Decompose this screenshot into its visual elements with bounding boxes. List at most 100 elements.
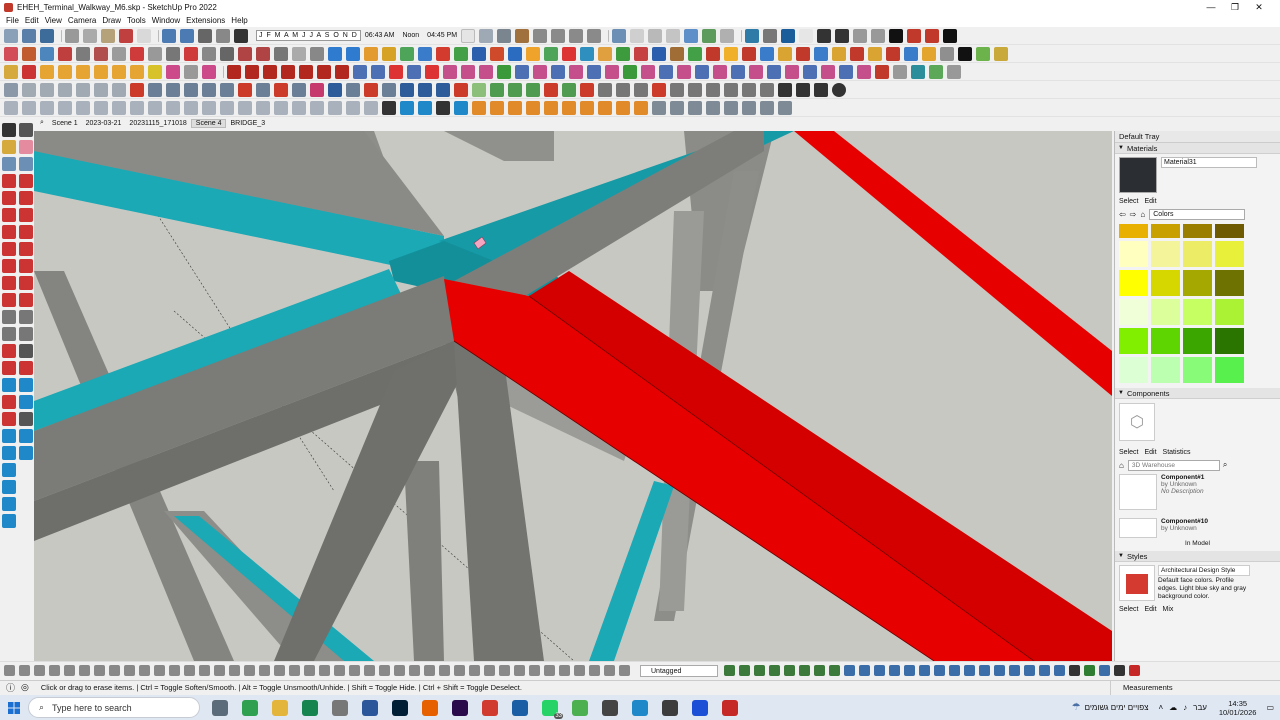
- plugin-orange3-icon[interactable]: [490, 100, 504, 115]
- bottom-tool-icon[interactable]: [184, 665, 195, 676]
- menu-draw[interactable]: Draw: [99, 16, 124, 25]
- plugin-blue10-icon[interactable]: [551, 64, 565, 79]
- color-swatch[interactable]: [1119, 270, 1148, 296]
- look-around-icon[interactable]: [22, 100, 36, 115]
- plugin-red15-icon[interactable]: [454, 82, 468, 97]
- standard-view15-icon[interactable]: [310, 100, 324, 115]
- plugin-blue5-icon[interactable]: [760, 46, 774, 61]
- edge-icon[interactable]: [242, 699, 258, 716]
- plugin-orange2-icon[interactable]: [472, 100, 486, 115]
- plugin-black2-icon[interactable]: [382, 100, 396, 115]
- follow-push-icon[interactable]: [281, 64, 295, 79]
- color-swatch[interactable]: [1215, 241, 1244, 267]
- component-icon[interactable]: [40, 46, 54, 61]
- plugin-red4-icon[interactable]: [706, 46, 720, 61]
- plugin-red8-icon[interactable]: [886, 46, 900, 61]
- group-icon[interactable]: [19, 157, 33, 171]
- language-indicator[interactable]: עבר: [1193, 703, 1207, 712]
- plugin-gray10-icon[interactable]: [706, 82, 720, 97]
- bottom-tool-icon[interactable]: [124, 665, 135, 676]
- undo-icon[interactable]: [162, 28, 176, 43]
- plugin-green11-icon[interactable]: [526, 82, 540, 97]
- wireframe-icon[interactable]: [648, 28, 663, 43]
- color-swatch[interactable]: [1183, 357, 1212, 383]
- back-arrow-icon[interactable]: ⇦: [1119, 210, 1126, 219]
- display-section-icon[interactable]: [148, 82, 162, 97]
- circle-tool-icon[interactable]: [2, 208, 16, 222]
- plugin-blue8-icon[interactable]: [407, 64, 421, 79]
- help-icon[interactable]: [832, 82, 846, 97]
- plugin-slate3-icon[interactable]: [346, 82, 360, 97]
- bottom-tool-icon[interactable]: [319, 665, 330, 676]
- plugin-red17-icon[interactable]: [580, 82, 594, 97]
- rotate-icon[interactable]: [166, 46, 180, 61]
- materials-tab-select[interactable]: Select: [1119, 198, 1138, 205]
- shape-icon[interactable]: [112, 46, 126, 61]
- layout-tool-icon[interactable]: [1009, 665, 1020, 676]
- bottom-tool-icon[interactable]: [49, 665, 60, 676]
- hidden-line-icon[interactable]: [666, 28, 681, 43]
- app-red-icon[interactable]: [722, 699, 738, 716]
- bottom-tool-icon[interactable]: [589, 665, 600, 676]
- plugin-slate4-icon[interactable]: [382, 82, 396, 97]
- layout-tool-icon[interactable]: [889, 665, 900, 676]
- standard-view17-icon[interactable]: [346, 100, 360, 115]
- plugin-yellow3-icon[interactable]: [832, 46, 846, 61]
- layout-tool-icon[interactable]: [1084, 665, 1095, 676]
- plugin-slate5-icon[interactable]: [652, 100, 666, 115]
- bottom-tool-icon[interactable]: [514, 665, 525, 676]
- text-tool-icon[interactable]: [19, 327, 33, 341]
- clock[interactable]: 14:35 10/01/2026: [1219, 699, 1257, 717]
- components-tab-statistics[interactable]: Statistics: [1163, 449, 1191, 456]
- tray-chevron-icon[interactable]: ˄: [1159, 703, 1164, 712]
- ruby-console-icon[interactable]: [907, 28, 922, 43]
- bottom-tool-icon[interactable]: [364, 665, 375, 676]
- plugin-pink2-icon[interactable]: [202, 64, 216, 79]
- plugin-navy3-icon[interactable]: [418, 82, 432, 97]
- color-swatch[interactable]: [1119, 241, 1148, 267]
- weather-text[interactable]: צפויים ימים גשומים: [1085, 703, 1149, 712]
- color-swatch[interactable]: [1119, 224, 1148, 238]
- tape-icon[interactable]: [220, 46, 234, 61]
- photoshop-icon[interactable]: [392, 699, 408, 716]
- plugin-blue6-icon[interactable]: [814, 46, 828, 61]
- plugin-magenta2-icon[interactable]: [569, 64, 583, 79]
- plugin-red2-icon[interactable]: [562, 46, 576, 61]
- plugin-blue11-icon[interactable]: [587, 64, 601, 79]
- bottom-tool-icon[interactable]: [409, 665, 420, 676]
- standard-view5-icon[interactable]: [130, 100, 144, 115]
- menu-file[interactable]: File: [3, 16, 22, 25]
- extension-warehouse-icon[interactable]: [781, 28, 796, 43]
- front-icon[interactable]: [58, 82, 72, 97]
- standard-view8-icon[interactable]: [184, 100, 198, 115]
- bottom-tool-icon[interactable]: [259, 665, 270, 676]
- followme-icon[interactable]: [19, 276, 33, 290]
- orbit-tool-icon[interactable]: [2, 361, 16, 375]
- plugin-orange7-icon[interactable]: [562, 100, 576, 115]
- color-swatch[interactable]: [1151, 328, 1180, 354]
- scene-tab-2[interactable]: 2023-03-21: [82, 120, 126, 127]
- plugin-green12-icon[interactable]: [562, 82, 576, 97]
- collapse-triangle-icon[interactable]: ▼: [1118, 390, 1124, 396]
- tag-tool-icon[interactable]: [814, 665, 825, 676]
- app-gray-icon[interactable]: [332, 699, 348, 716]
- zoom-window-icon[interactable]: [19, 378, 33, 392]
- extension-icon[interactable]: [745, 28, 760, 43]
- protractor-icon[interactable]: [256, 46, 270, 61]
- plugin-orange9-icon[interactable]: [598, 100, 612, 115]
- ring-icon[interactable]: [58, 64, 72, 79]
- walk-icon[interactable]: [4, 100, 18, 115]
- color-swatch[interactable]: [1183, 224, 1212, 238]
- plugin-slate8-icon[interactable]: [706, 100, 720, 115]
- arc-icon[interactable]: [94, 46, 108, 61]
- move-icon[interactable]: [148, 46, 162, 61]
- plugin-red16-icon[interactable]: [544, 82, 558, 97]
- material-name-field[interactable]: Material31: [1161, 157, 1257, 168]
- play-icon[interactable]: [817, 28, 832, 43]
- layout-tool-icon[interactable]: [1099, 665, 1110, 676]
- plugin-yellow5-icon[interactable]: [148, 64, 162, 79]
- plugin-pink-icon[interactable]: [166, 64, 180, 79]
- paste-icon[interactable]: [101, 28, 115, 43]
- solid-subtract-icon[interactable]: [220, 82, 234, 97]
- plugin-gray9-icon[interactable]: [688, 82, 702, 97]
